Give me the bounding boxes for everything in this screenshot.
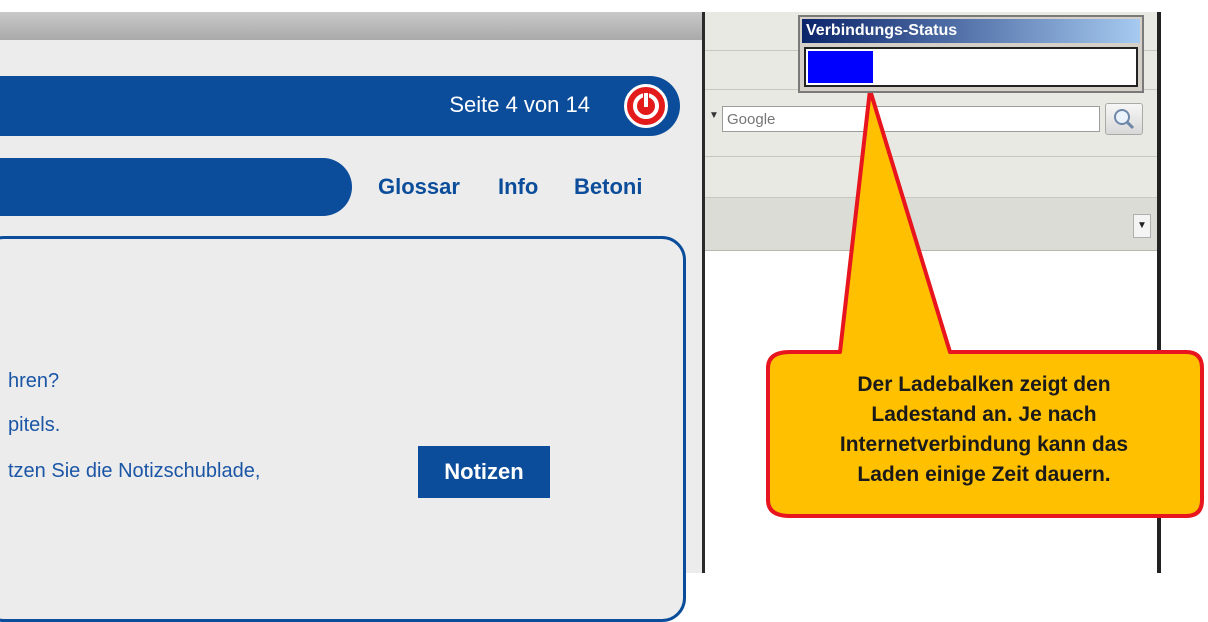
loading-progress-fill	[808, 51, 873, 83]
status-window-title[interactable]: Verbindungs-Status	[802, 19, 1140, 43]
connection-status-window: Verbindungs-Status	[798, 15, 1144, 93]
callout-text: Der Ladebalken zeigt den Ladestand an. J…	[766, 370, 1202, 490]
callout-line: Der Ladebalken zeigt den	[857, 373, 1111, 396]
callout-line: Ladestand an. Je nach	[871, 403, 1097, 426]
callout-line: Internetverbindung kann das	[839, 433, 1129, 456]
callout-line: Laden einige Zeit dauern.	[857, 463, 1111, 486]
loading-progress-bar	[804, 47, 1138, 87]
